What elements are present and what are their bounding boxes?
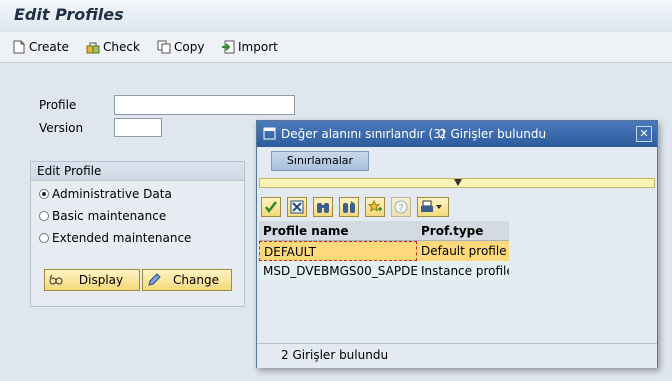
version-label: Version: [39, 121, 84, 135]
check-icon: [86, 42, 100, 54]
column-header-prof-type[interactable]: Prof.type: [417, 221, 509, 241]
check-button[interactable]: Check: [86, 39, 140, 55]
radio-administrative-data[interactable]: Administrative Data: [39, 187, 172, 201]
help-icon: ?: [394, 200, 408, 214]
triangle-down-icon: [454, 179, 462, 186]
copy-icon: [157, 40, 171, 54]
create-button[interactable]: Create: [12, 39, 69, 55]
import-label: Import: [238, 40, 278, 54]
table-row-default-type[interactable]: Default profile: [417, 241, 509, 261]
cancel-icon: [290, 200, 304, 214]
change-button[interactable]: Change: [142, 269, 232, 291]
binoculars-icon: [317, 203, 329, 213]
add-favorite-button[interactable]: [365, 197, 385, 217]
star-add-icon: [368, 200, 382, 212]
application-toolbar: Create Check Copy Import: [0, 32, 672, 63]
dialog-title: Değer alanını sınırlandır (3): [281, 127, 446, 141]
dialog-entry-count: 2 Girişler bulundu: [439, 127, 547, 141]
import-icon: [222, 40, 235, 54]
radio-label: Basic maintenance: [52, 209, 167, 223]
cancel-button[interactable]: [287, 197, 307, 217]
change-label: Change: [173, 273, 219, 287]
value-help-dialog: Değer alanını sınırlandır (3) 2 Girişler…: [256, 120, 658, 368]
print-icon: [421, 200, 433, 212]
find-button[interactable]: [313, 197, 333, 217]
profile-label: Profile: [39, 98, 77, 112]
glasses-icon: [49, 274, 63, 285]
dialog-status-text: 2 Girişler bulundu: [281, 348, 389, 362]
display-label: Display: [78, 273, 124, 287]
dialog-status-bar: 2 Girişler bulundu: [257, 343, 657, 368]
page-title: Edit Profiles: [14, 5, 124, 24]
check-label: Check: [103, 40, 140, 54]
table-row-instance-type[interactable]: Instance profile: [417, 261, 509, 281]
title-bar: Edit Profiles: [0, 0, 672, 32]
dialog-window-icon: [263, 127, 276, 140]
radio-label: Administrative Data: [52, 187, 172, 201]
copy-button[interactable]: Copy: [157, 39, 204, 55]
create-label: Create: [29, 40, 69, 54]
checkmark-icon: [265, 201, 277, 214]
radio-selected-indicator: [39, 189, 49, 199]
pencil-icon: [148, 273, 161, 286]
radio-basic-maintenance[interactable]: Basic maintenance: [39, 209, 166, 223]
dropdown-arrow-icon: [436, 205, 442, 209]
table-row-instance-name[interactable]: MSD_DVEBMGS00_SAPDEV: [259, 261, 417, 281]
binoculars-next-icon: [343, 201, 355, 213]
import-button[interactable]: Import: [221, 39, 278, 55]
tab-restrictions[interactable]: Sınırlamalar: [271, 151, 369, 171]
table-row-default-name[interactable]: DEFAULT: [259, 241, 417, 261]
version-input[interactable]: [114, 118, 162, 137]
dialog-header: Değer alanını sınırlandır (3) 2 Girişler…: [257, 121, 657, 147]
display-button[interactable]: Display: [44, 269, 140, 291]
copy-label: Copy: [174, 40, 205, 54]
confirm-button[interactable]: [261, 197, 281, 217]
column-header-profile-name[interactable]: Profile name: [259, 221, 417, 241]
radio-extended-maintenance[interactable]: Extended maintenance: [39, 231, 191, 245]
edit-profile-group-title: Edit Profile: [31, 162, 244, 181]
close-icon[interactable]: ✕: [636, 126, 652, 142]
print-button[interactable]: [417, 197, 449, 217]
find-next-button[interactable]: [339, 197, 359, 217]
radio-indicator: [39, 233, 49, 243]
svg-text:?: ?: [399, 203, 404, 214]
help-button[interactable]: ?: [391, 197, 411, 217]
create-icon: [13, 40, 25, 54]
radio-indicator: [39, 211, 49, 221]
profile-input[interactable]: [114, 95, 295, 115]
restrictions-expander[interactable]: [259, 178, 655, 188]
radio-label: Extended maintenance: [52, 231, 192, 245]
edit-profile-group: Edit Profile Administrative Data Basic m…: [30, 161, 245, 307]
